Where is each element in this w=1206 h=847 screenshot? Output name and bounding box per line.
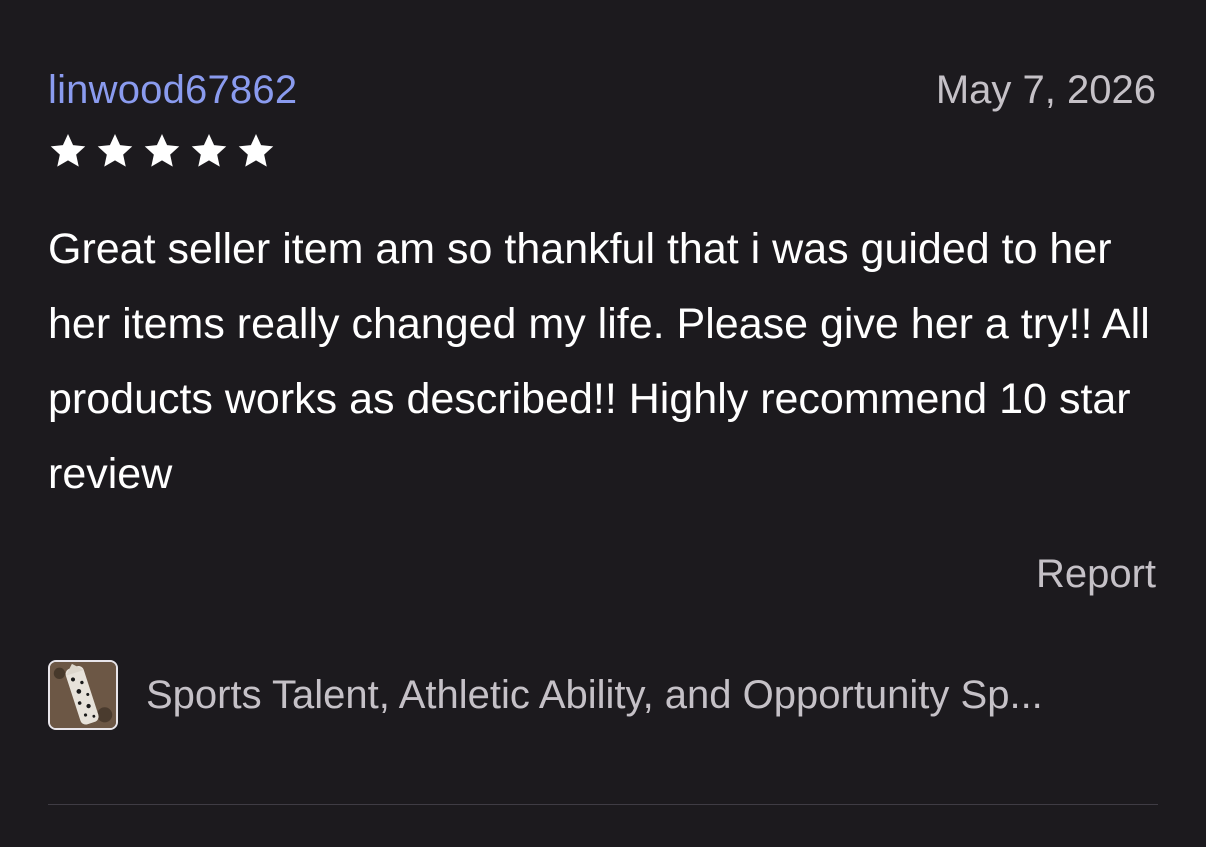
star-icon [95,131,135,171]
reviewed-item-link[interactable]: Sports Talent, Athletic Ability, and Opp… [48,656,1158,734]
report-link[interactable]: Report [1036,548,1156,600]
dalmatian-jasper-crystal-thumbnail-icon [50,662,116,728]
star-icon [142,131,182,171]
review-card: linwood67862 May 7, 2026 Great seller it… [0,0,1206,847]
divider [48,804,1158,805]
star-icon [48,131,88,171]
review-text: Great seller item am so thankful that i … [48,225,1150,498]
item-title: Sports Talent, Athletic Ability, and Opp… [146,673,1043,717]
star-icon [189,131,229,171]
star-rating [48,131,276,173]
review-date: May 7, 2026 [935,68,1156,112]
reviewer-username-link[interactable]: linwood67862 [48,64,297,116]
item-thumbnail [48,660,118,730]
star-icon [236,131,276,171]
